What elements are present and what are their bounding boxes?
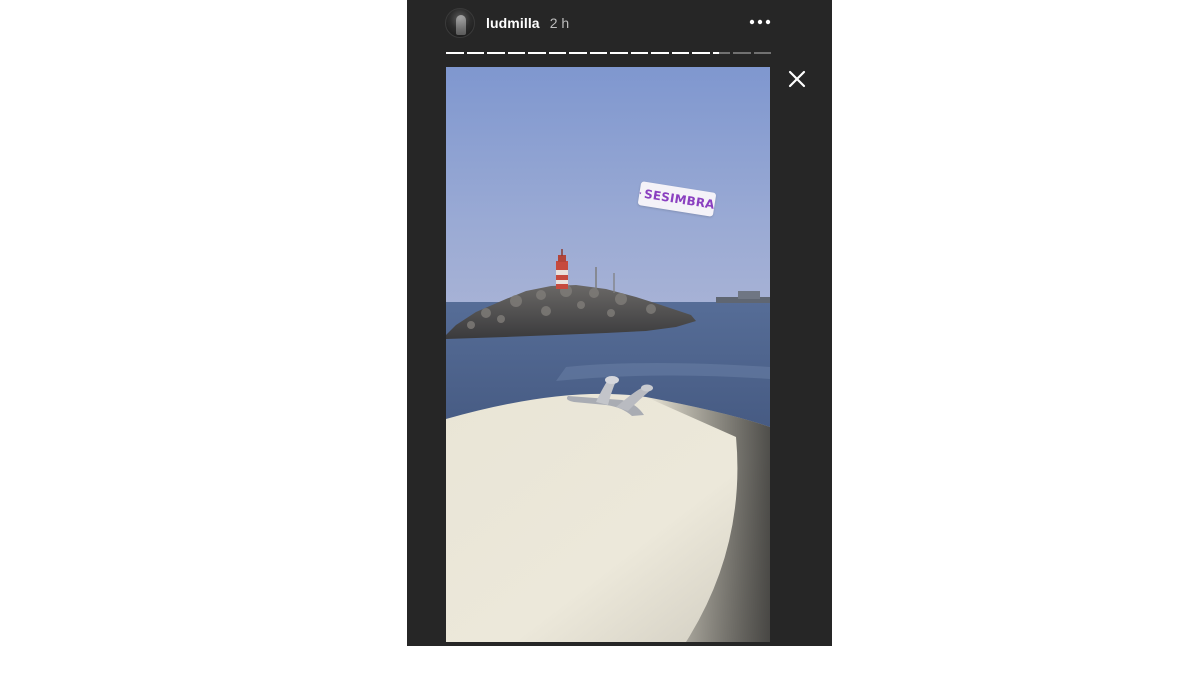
progress-segment — [528, 52, 546, 54]
progress-segment — [733, 52, 751, 54]
avatar[interactable] — [445, 8, 475, 38]
story-viewer: ludmilla 2 h SESIMBRA — [407, 0, 832, 646]
progress-segment — [712, 52, 730, 54]
story-photo — [446, 67, 770, 642]
progress-segment — [651, 52, 669, 54]
progress-segment — [610, 52, 628, 54]
progress-segment-fill — [651, 52, 669, 54]
progress-segment — [569, 52, 587, 54]
progress-segment-fill — [548, 52, 566, 54]
story-media[interactable]: SESIMBRA — [446, 67, 770, 642]
more-options-button[interactable] — [747, 12, 773, 32]
username[interactable]: ludmilla — [486, 15, 540, 31]
progress-segment-fill — [610, 52, 628, 54]
story-header: ludmilla 2 h — [445, 8, 773, 38]
story-progress-bar — [446, 52, 771, 54]
progress-segment-fill — [692, 52, 710, 54]
progress-segment — [466, 52, 484, 54]
progress-segment — [589, 52, 607, 54]
timestamp: 2 h — [549, 15, 570, 31]
progress-segment — [692, 52, 710, 54]
progress-segment-fill — [589, 52, 607, 54]
progress-segment-fill — [712, 52, 719, 54]
progress-segment — [507, 52, 525, 54]
progress-segment-fill — [569, 52, 587, 54]
more-horizontal-icon — [749, 19, 771, 25]
progress-segment — [630, 52, 648, 54]
progress-segment-fill — [671, 52, 689, 54]
close-icon — [788, 70, 806, 88]
progress-segment-fill — [487, 52, 505, 54]
progress-segment — [487, 52, 505, 54]
progress-segment-fill — [446, 52, 464, 54]
progress-segment — [753, 52, 771, 54]
progress-segment — [548, 52, 566, 54]
progress-segment — [446, 52, 464, 54]
progress-segment — [671, 52, 689, 54]
progress-segment-fill — [528, 52, 546, 54]
location-pin-icon — [639, 192, 642, 195]
progress-segment-fill — [630, 52, 648, 54]
progress-segment-fill — [507, 52, 525, 54]
close-button[interactable] — [785, 67, 809, 91]
progress-segment-fill — [466, 52, 484, 54]
